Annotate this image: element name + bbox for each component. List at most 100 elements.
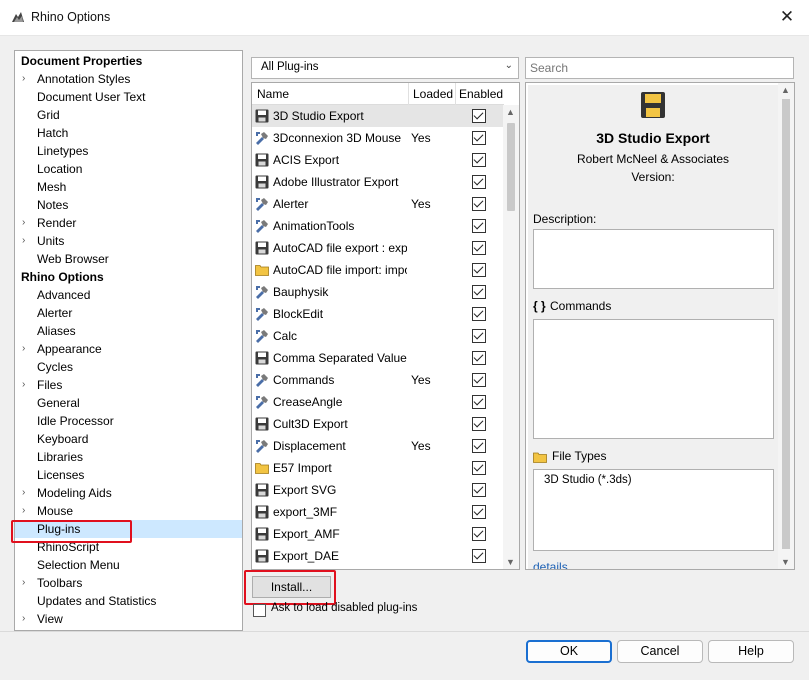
scroll-down-icon[interactable]: ▼ — [506, 557, 515, 567]
plugin-row[interactable]: Calc — [252, 325, 504, 347]
tree-item[interactable]: › Annotation Styles — [15, 70, 242, 88]
tree-item[interactable]: › Modeling Aids — [15, 484, 242, 502]
tree-item[interactable]: Advanced — [15, 286, 242, 304]
plugin-row[interactable]: Export_DAE — [252, 545, 504, 567]
tree-item[interactable]: › Appearance — [15, 340, 242, 358]
tree-item[interactable]: Idle Processor — [15, 412, 242, 430]
enabled-checkbox[interactable] — [472, 373, 486, 387]
chevron-right-icon[interactable]: › — [22, 232, 25, 250]
enabled-checkbox[interactable] — [472, 351, 486, 365]
column-separator[interactable] — [408, 83, 409, 105]
tree-item[interactable]: Notes — [15, 196, 242, 214]
close-icon[interactable]: ✕ — [773, 4, 801, 30]
tree-item[interactable]: Selection Menu — [15, 556, 242, 574]
plugin-row[interactable]: Export SVG — [252, 479, 504, 501]
plugin-row[interactable]: BlockEdit — [252, 303, 504, 325]
plugin-list-scrollbar[interactable]: ▲ ▼ — [503, 105, 519, 569]
tree-item[interactable]: Updates and Statistics — [15, 592, 242, 610]
tree-item[interactable]: Keyboard — [15, 430, 242, 448]
tree-item[interactable]: › Files — [15, 376, 242, 394]
plugin-row[interactable]: Alerter Yes — [252, 193, 504, 215]
enabled-checkbox[interactable] — [472, 285, 486, 299]
tree-item[interactable]: Mesh — [15, 178, 242, 196]
plugin-row[interactable]: AnimationTools — [252, 215, 504, 237]
enabled-checkbox[interactable] — [472, 109, 486, 123]
plugin-row[interactable]: Displacement Yes — [252, 435, 504, 457]
plugin-row[interactable]: CreaseAngle — [252, 391, 504, 413]
plugin-row[interactable]: 3D Studio Export — [252, 105, 504, 127]
scroll-up-icon[interactable]: ▲ — [506, 107, 515, 117]
chevron-right-icon[interactable]: › — [22, 340, 25, 358]
enabled-checkbox[interactable] — [472, 461, 486, 475]
tree-item[interactable]: Document User Text — [15, 88, 242, 106]
tree-item[interactable]: Linetypes — [15, 142, 242, 160]
tree-item[interactable]: Web Browser — [15, 250, 242, 268]
chevron-right-icon[interactable]: › — [22, 574, 25, 592]
plugin-row[interactable]: Adobe Illustrator Export — [252, 171, 504, 193]
scroll-thumb[interactable] — [782, 99, 790, 549]
enabled-checkbox[interactable] — [472, 329, 486, 343]
details-link[interactable]: details — [533, 560, 568, 569]
plugin-row[interactable]: Bauphysik — [252, 281, 504, 303]
tree-item[interactable]: › Render — [15, 214, 242, 232]
tree-item[interactable]: General — [15, 394, 242, 412]
column-separator[interactable] — [455, 83, 456, 105]
tree-item[interactable]: › Toolbars — [15, 574, 242, 592]
enabled-checkbox[interactable] — [472, 417, 486, 431]
tree-item[interactable]: › View — [15, 610, 242, 628]
tree-item[interactable]: › Units — [15, 232, 242, 250]
help-button[interactable]: Help — [708, 640, 794, 663]
plugin-row[interactable]: E57 Import — [252, 457, 504, 479]
plugin-row[interactable]: AutoCAD file export : export_ — [252, 237, 504, 259]
details-scrollbar[interactable]: ▲ ▼ — [778, 83, 794, 569]
tree-item[interactable]: Alerter — [15, 304, 242, 322]
column-header-name[interactable]: Name — [257, 87, 289, 101]
plugin-row[interactable]: Export_AMF — [252, 523, 504, 545]
enabled-checkbox[interactable] — [472, 153, 486, 167]
enabled-checkbox[interactable] — [472, 131, 486, 145]
plugin-row[interactable]: 3Dconnexion 3D Mouse Yes — [252, 127, 504, 149]
enabled-checkbox[interactable] — [472, 307, 486, 321]
cancel-button[interactable]: Cancel — [617, 640, 703, 663]
enabled-checkbox[interactable] — [472, 505, 486, 519]
plugin-row[interactable]: ACIS Export — [252, 149, 504, 171]
column-header-loaded[interactable]: Loaded — [413, 87, 453, 101]
enabled-checkbox[interactable] — [472, 549, 486, 563]
plugin-row[interactable]: AutoCAD file import: import_ — [252, 259, 504, 281]
enabled-checkbox[interactable] — [472, 483, 486, 497]
tree-item[interactable]: Hatch — [15, 124, 242, 142]
ok-button[interactable]: OK — [526, 640, 612, 663]
enabled-checkbox[interactable] — [472, 439, 486, 453]
plugin-row[interactable]: Cult3D Export — [252, 413, 504, 435]
scroll-down-icon[interactable]: ▼ — [781, 557, 790, 567]
chevron-right-icon[interactable]: › — [22, 376, 25, 394]
enabled-checkbox[interactable] — [472, 197, 486, 211]
tree-section-header[interactable]: Rhino Options — [15, 268, 242, 286]
search-input[interactable] — [525, 57, 794, 79]
plugin-filter-dropdown[interactable]: All Plug-ins ⌄ — [251, 57, 519, 79]
chevron-right-icon[interactable]: › — [22, 214, 25, 232]
tree-item[interactable]: Grid — [15, 106, 242, 124]
enabled-checkbox[interactable] — [472, 175, 486, 189]
enabled-checkbox[interactable] — [472, 527, 486, 541]
chevron-right-icon[interactable]: › — [22, 484, 25, 502]
tree-item[interactable]: › Mouse — [15, 502, 242, 520]
tree-section-header[interactable]: Document Properties — [15, 52, 242, 70]
tree-item[interactable]: Cycles — [15, 358, 242, 376]
enabled-checkbox[interactable] — [472, 241, 486, 255]
chevron-right-icon[interactable]: › — [22, 610, 25, 628]
plugin-row[interactable]: Comma Separated Value Ex — [252, 347, 504, 369]
column-header-enabled[interactable]: Enabled — [459, 87, 503, 101]
tree-item[interactable]: Location — [15, 160, 242, 178]
enabled-checkbox[interactable] — [472, 263, 486, 277]
tree-item[interactable]: Licenses — [15, 466, 242, 484]
tree-item[interactable]: Aliases — [15, 322, 242, 340]
ask-load-disabled-checkbox[interactable] — [253, 604, 266, 617]
tree-item[interactable]: Libraries — [15, 448, 242, 466]
enabled-checkbox[interactable] — [472, 219, 486, 233]
plugin-row[interactable]: export_3MF — [252, 501, 504, 523]
chevron-right-icon[interactable]: › — [22, 70, 25, 88]
plugin-row[interactable]: Commands Yes — [252, 369, 504, 391]
scroll-thumb[interactable] — [507, 123, 515, 211]
scroll-up-icon[interactable]: ▲ — [781, 85, 790, 95]
